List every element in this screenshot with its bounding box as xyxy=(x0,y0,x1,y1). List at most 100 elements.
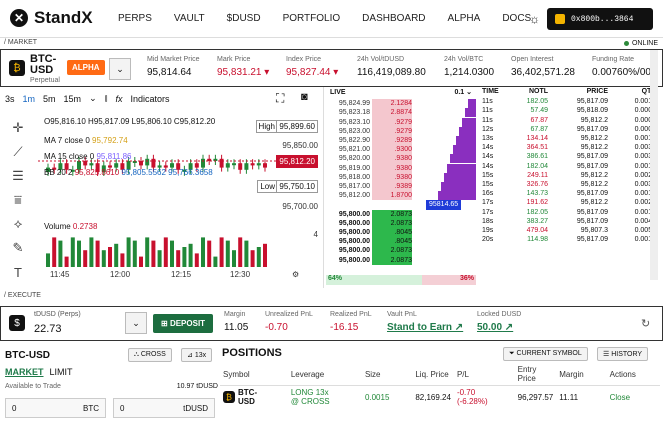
chevron-down-icon[interactable]: ⌄ xyxy=(89,93,97,104)
history-button[interactable]: ☰ HISTORY xyxy=(597,347,649,361)
ask-price: 95,817.00 xyxy=(338,183,370,191)
scrollbar[interactable] xyxy=(650,50,658,280)
symbol-select[interactable]: ⌄ xyxy=(109,58,131,80)
ask-row[interactable]: 95,817.00.9389 xyxy=(326,182,476,192)
position-entry: 96,297.57 xyxy=(517,392,554,402)
logo[interactable]: ✕ StandX xyxy=(10,8,93,28)
theme-toggle-icon[interactable]: ☼ xyxy=(529,12,540,26)
size-btc-input[interactable]: 0 BTC xyxy=(5,398,106,418)
trade-rows: 11s 182.05 95,817.09 0.0019 11s 57.49 95,818.0… xyxy=(478,97,663,244)
ask-row[interactable]: 95,823.10.9279 xyxy=(326,117,476,127)
volume-bar xyxy=(244,240,249,267)
fx-icon[interactable]: fx xyxy=(116,94,123,104)
ask-row[interactable]: 95,823.00.9279 xyxy=(326,126,476,137)
indicators-button[interactable]: Indicators xyxy=(131,94,170,104)
ask-row[interactable]: 95,823.18 2.8874 xyxy=(326,108,476,118)
ask-row[interactable]: 95,822.90.9289 xyxy=(326,136,476,146)
interval-1m[interactable]: 1m xyxy=(23,94,36,104)
depth-bar xyxy=(456,136,476,146)
tab-limit[interactable]: LIMIT xyxy=(50,367,73,377)
ask-row[interactable]: 95,821.00.9300 xyxy=(326,145,476,155)
trade-row: 14s 364.51 95,812.2 0.0038 xyxy=(478,143,663,152)
bid-row[interactable]: 95,800.00 2.0873 xyxy=(326,218,476,229)
balance-select[interactable]: ⌄ xyxy=(125,312,147,334)
bid-row[interactable]: 95,800.00.8045 xyxy=(326,237,476,247)
ticker-bar: ₿ BTC-USD Perpetual ALPHA ⌄ Mid Market P… xyxy=(0,49,663,87)
nav-alpha[interactable]: ALPHA xyxy=(448,13,481,24)
ask-row[interactable]: 95,820.00.9380 xyxy=(326,154,476,164)
refresh-icon[interactable]: ↻ xyxy=(641,317,650,330)
nav-dashboard[interactable]: DASHBOARD xyxy=(362,13,425,24)
section-market: / MARKET xyxy=(4,39,38,46)
stat-key: Index Price xyxy=(286,56,322,63)
bid-row[interactable]: 95,800.00 2.0873 xyxy=(326,246,476,256)
nav-dusd[interactable]: $DUSD xyxy=(227,13,261,24)
interval-5m[interactable]: 5m xyxy=(43,94,56,104)
depth-bar xyxy=(438,191,476,201)
candle xyxy=(232,163,236,166)
nav-portfolio[interactable]: PORTFOLIO xyxy=(283,13,341,24)
nav-docs[interactable]: DOCS xyxy=(502,13,531,24)
nav-perps[interactable]: PERPS xyxy=(118,13,152,24)
candle xyxy=(145,158,150,166)
trade-row: 16s 143.73 95,817.09 0.0015 xyxy=(478,189,663,198)
pattern-icon[interactable]: ⟡ xyxy=(9,215,27,233)
wallet-button[interactable]: 0x800b...3864 xyxy=(547,8,653,30)
interval-15m[interactable]: 15m xyxy=(64,94,82,104)
order-book-header: LIVE 0.1 ⌄ xyxy=(326,87,476,98)
trade-qty: 0.0015 xyxy=(634,190,656,198)
candle xyxy=(201,158,205,168)
margin-mode-button[interactable]: ⛬ CROSS xyxy=(128,348,172,362)
nav-vault[interactable]: VAULT xyxy=(174,13,205,24)
bid-price: 95,800.00 xyxy=(338,247,370,255)
header-price: PRICE xyxy=(586,88,608,95)
section-execute: / EXECUTE xyxy=(4,292,41,299)
live-label: LIVE xyxy=(330,89,346,96)
bid-row[interactable]: 95,800.00.8045 xyxy=(326,228,476,238)
alpha-badge: ALPHA xyxy=(67,60,105,75)
price-axis: High 95,899.60 95,850.00 95,812.20 Low 9… xyxy=(255,118,322,278)
leverage-button[interactable]: ⊿ 13x xyxy=(181,348,213,362)
vol-tick-label: 4 xyxy=(313,230,318,239)
volume-bar xyxy=(213,256,218,267)
trade-row: 19s 479.04 95,807.3 0.0050 xyxy=(478,226,663,235)
candle-type-icon[interactable]: ⫾ xyxy=(105,93,108,104)
ob-step[interactable]: 0.1 ⌄ xyxy=(454,88,472,97)
bb-lower: 95,766.3658 xyxy=(168,168,213,177)
ask-row[interactable]: 95,819.00.9380 xyxy=(326,163,476,173)
tab-market[interactable]: MARKET xyxy=(5,367,44,377)
trade-time: 17s xyxy=(482,199,494,207)
current-price-tag: 95,812.20 xyxy=(276,155,318,168)
interval-3s[interactable]: 3s xyxy=(5,94,15,104)
size-usd-input[interactable]: 0 tDUSD xyxy=(113,398,215,418)
trend-line-icon[interactable]: ⟋ xyxy=(9,143,27,161)
volume-bar xyxy=(46,253,50,267)
ask-row[interactable]: 95,812.00 1.8700 xyxy=(326,191,476,201)
deposit-button[interactable]: ⊞ DEPOSIT xyxy=(153,314,214,333)
locked-link[interactable]: 50.00 ↗ xyxy=(477,322,521,333)
bid-row[interactable]: 95,800.00 2.0873 xyxy=(326,255,476,265)
settings-icon[interactable]: ⚙ xyxy=(292,270,299,279)
horizontal-lines-icon[interactable]: ☰ xyxy=(9,167,27,185)
volume-bar xyxy=(126,237,131,267)
mode-text: @ CROSS xyxy=(290,397,330,406)
stat-value: 116,419,089.80 xyxy=(357,67,426,78)
text-tool-icon[interactable]: T xyxy=(9,263,27,281)
volume-bar xyxy=(232,250,236,267)
bid-row[interactable]: 95,800.00 2.0873 xyxy=(326,209,476,219)
ask-row[interactable]: 95,818.00.9380 xyxy=(326,172,476,183)
close-position-button[interactable]: Close xyxy=(607,386,660,409)
fullscreen-icon[interactable]: ⛶ xyxy=(276,91,284,106)
camera-icon[interactable]: ◙ xyxy=(301,91,308,103)
stat-oi: Open Interest 36,402,571.28 xyxy=(511,56,575,78)
crosshair-icon[interactable]: ✛ xyxy=(9,119,27,137)
trade-price: 95,817.09 xyxy=(576,125,608,133)
ask-price: 95,823.00 xyxy=(338,127,370,135)
trade-row: 11s 67.87 95,812.2 0.0007 xyxy=(478,116,663,125)
online-status: ONLINE xyxy=(623,40,658,47)
brush-icon[interactable]: ✎ xyxy=(9,239,27,257)
ask-row[interactable]: 95,824.99 2.1284 xyxy=(326,99,476,109)
current-symbol-button[interactable]: ⏷ CURRENT SYMBOL xyxy=(503,347,588,361)
fib-icon[interactable]: ⩸ xyxy=(9,191,27,209)
stand-to-earn-link[interactable]: Stand to Earn ↗ xyxy=(387,322,463,333)
